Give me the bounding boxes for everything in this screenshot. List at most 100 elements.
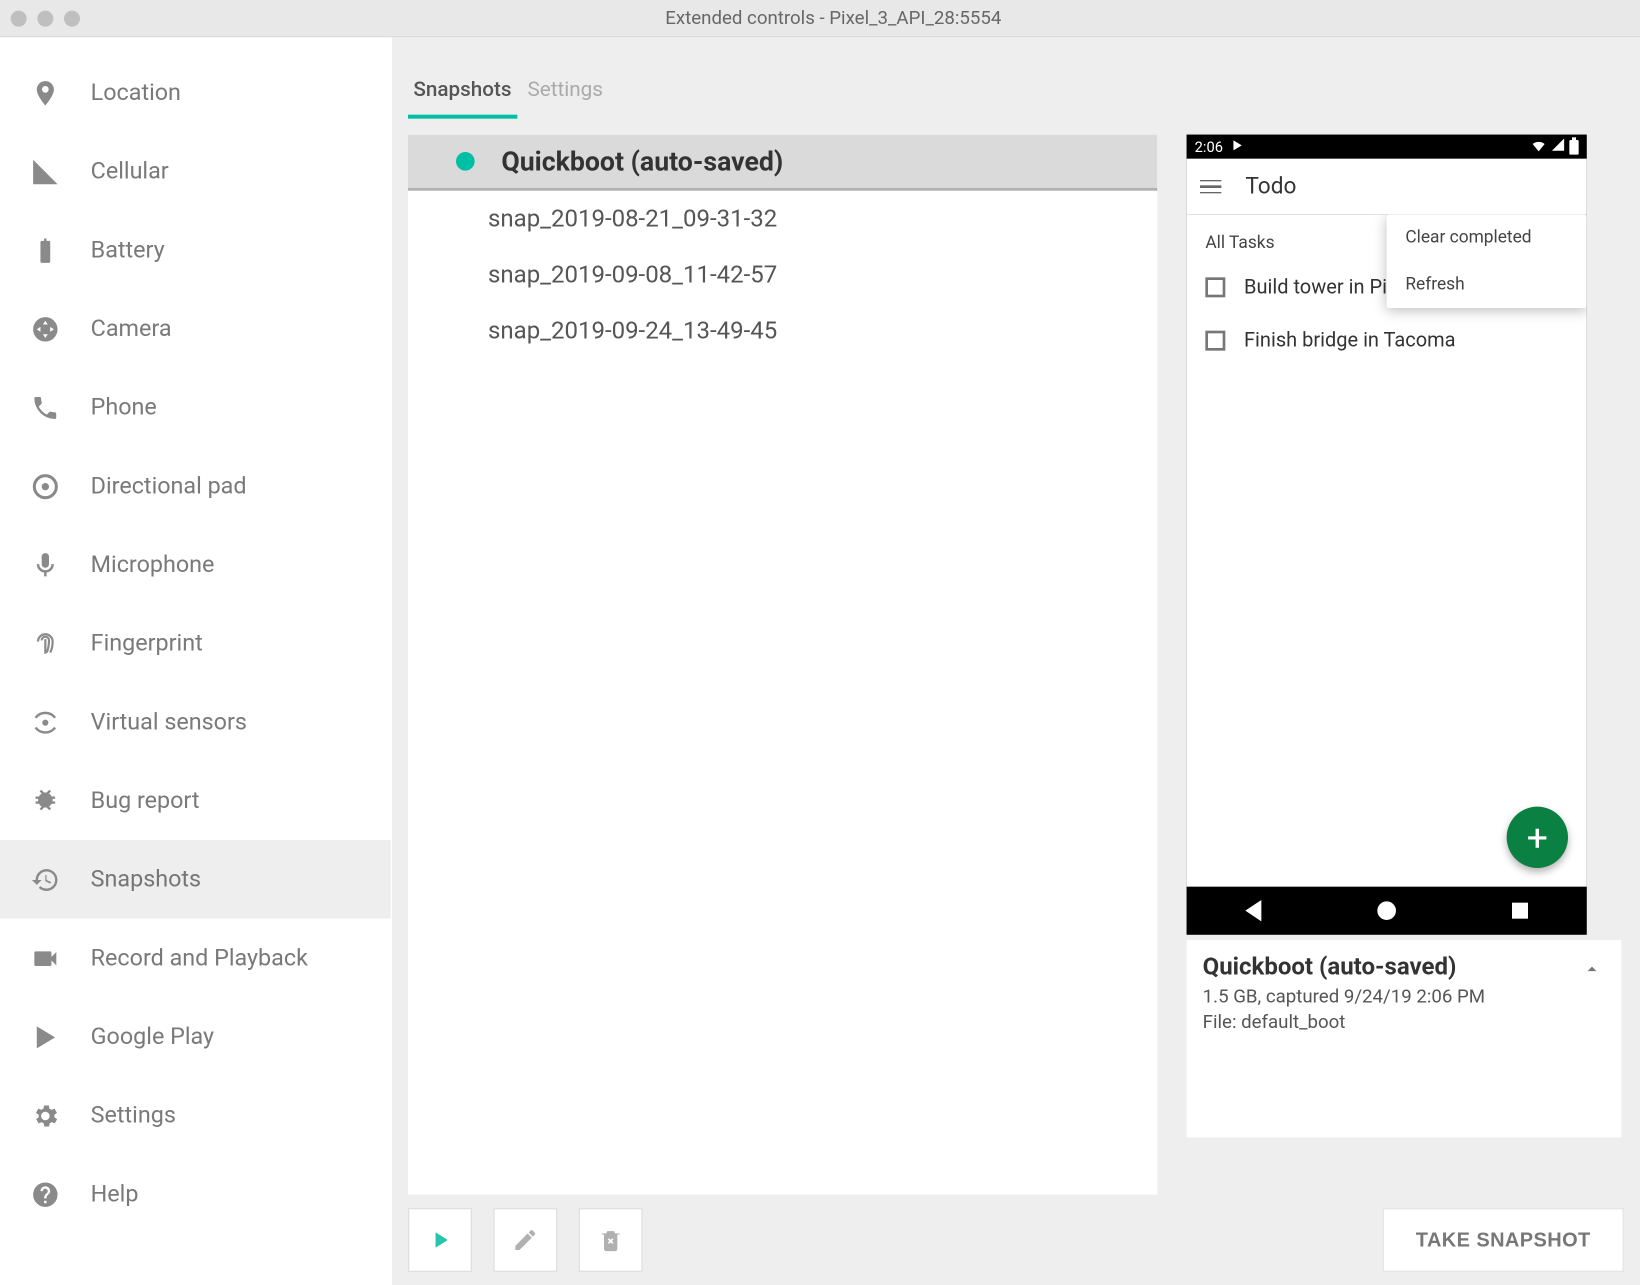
sidebar-item-label: Phone (91, 394, 157, 421)
menu-item-refresh[interactable]: Refresh (1387, 261, 1587, 308)
cellular-signal-icon (1551, 137, 1566, 156)
cellular-icon (29, 155, 61, 187)
battery-icon (29, 234, 61, 266)
main-panel: Snapshots Settings Quickboot (auto-saved… (392, 37, 1640, 1285)
sidebar-item-phone[interactable]: Phone (0, 368, 391, 447)
tab-settings[interactable]: Settings (522, 67, 608, 119)
sidebar-item-label: Camera (91, 315, 172, 342)
sidebar-item-label: Bug report (91, 787, 200, 814)
traffic-lights (11, 10, 80, 26)
expand-toggle[interactable] (1581, 959, 1602, 986)
location-icon (29, 77, 61, 109)
sidebar-item-snapshots[interactable]: Snapshots (0, 840, 391, 919)
task-row[interactable]: Finish bridge in Tacoma (1187, 317, 1587, 370)
active-indicator-dot (456, 152, 475, 171)
app-title: Todo (1245, 173, 1296, 200)
snapshot-row[interactable]: snap_2019-08-21_09-31-32 (408, 191, 1157, 247)
dpad-icon (29, 470, 61, 502)
camera-icon (29, 313, 61, 345)
detail-title: Quickboot (auto-saved) (1203, 953, 1606, 981)
plus-icon: + (1527, 815, 1548, 859)
record-icon (29, 942, 61, 974)
sidebar-item-record-playback[interactable]: Record and Playback (0, 919, 391, 998)
sidebar-item-dpad[interactable]: Directional pad (0, 447, 391, 526)
chevron-up-icon (1581, 959, 1602, 980)
help-icon (29, 1178, 61, 1210)
phone-icon (29, 391, 61, 423)
snapshot-detail-panel: Quickboot (auto-saved) 1.5 GB, captured … (1187, 940, 1622, 1137)
sidebar-item-label: Google Play (91, 1023, 214, 1050)
sidebar: Location Cellular Battery Camera Phone D… (0, 37, 392, 1285)
sidebar-item-label: Virtual sensors (91, 709, 247, 736)
overflow-menu: Clear completed Refresh (1387, 215, 1587, 308)
battery-icon (1569, 139, 1578, 154)
edit-snapshot-button[interactable] (493, 1208, 557, 1272)
sidebar-item-microphone[interactable]: Microphone (0, 525, 391, 604)
back-button-icon[interactable] (1245, 900, 1261, 921)
detail-meta: 1.5 GB, captured 9/24/19 2:06 PM (1203, 985, 1606, 1010)
delete-snapshot-button[interactable] (579, 1208, 643, 1272)
snapshot-name: snap_2019-08-21_09-31-32 (488, 205, 777, 233)
minimize-dot[interactable] (37, 10, 53, 26)
android-statusbar: 2:06 (1187, 135, 1587, 159)
history-icon (29, 863, 61, 895)
sidebar-item-cellular[interactable]: Cellular (0, 132, 391, 211)
sidebar-item-label: Help (91, 1181, 139, 1208)
home-button-icon[interactable] (1377, 901, 1396, 920)
sidebar-item-label: Snapshots (91, 866, 201, 893)
pencil-icon (512, 1227, 539, 1254)
sidebar-item-label: Record and Playback (91, 945, 308, 972)
detail-file: File: default_boot (1203, 1011, 1606, 1036)
sidebar-item-virtual-sensors[interactable]: Virtual sensors (0, 683, 391, 762)
snapshot-name: snap_2019-09-24_13-49-45 (488, 317, 777, 345)
tabs: Snapshots Settings (392, 37, 1640, 118)
fab-add[interactable]: + (1507, 807, 1568, 868)
sidebar-item-bug-report[interactable]: Bug report (0, 761, 391, 840)
sidebar-item-label: Settings (91, 1102, 176, 1129)
hamburger-icon[interactable] (1200, 180, 1221, 194)
sidebar-item-location[interactable]: Location (0, 53, 391, 132)
sidebar-item-label: Fingerprint (91, 630, 203, 657)
sidebar-item-label: Battery (91, 237, 165, 264)
play-snapshot-button[interactable] (408, 1208, 472, 1272)
sidebar-item-google-play[interactable]: Google Play (0, 997, 391, 1076)
window-title: Extended controls - Pixel_3_API_28:5554 (80, 7, 1640, 28)
sidebar-item-settings[interactable]: Settings (0, 1076, 391, 1155)
task-label: Finish bridge in Tacoma (1244, 328, 1456, 352)
snapshot-list: Quickboot (auto-saved) snap_2019-08-21_0… (408, 135, 1157, 1195)
fingerprint-icon (29, 627, 61, 659)
zoom-dot[interactable] (64, 10, 80, 26)
titlebar: Extended controls - Pixel_3_API_28:5554 (0, 0, 1640, 37)
snapshot-header-label: Quickboot (auto-saved) (501, 145, 783, 177)
app-toolbar: Todo (1187, 159, 1587, 215)
checkbox-icon[interactable] (1205, 330, 1225, 350)
wifi-icon (1531, 137, 1547, 157)
snapshot-row[interactable]: snap_2019-09-08_11-42-57 (408, 247, 1157, 303)
menu-item-clear[interactable]: Clear completed (1387, 215, 1587, 262)
checkbox-icon[interactable] (1205, 277, 1225, 297)
snapshot-header-row[interactable]: Quickboot (auto-saved) (408, 135, 1157, 191)
status-time: 2:06 (1195, 138, 1223, 155)
google-play-icon (29, 1021, 61, 1053)
footer-actions: TAKE SNAPSHOT (392, 1195, 1640, 1285)
take-snapshot-button[interactable]: TAKE SNAPSHOT (1382, 1208, 1624, 1272)
recents-button-icon[interactable] (1512, 903, 1528, 919)
sidebar-item-camera[interactable]: Camera (0, 289, 391, 368)
trash-icon (597, 1227, 624, 1254)
snapshot-area: Quickboot (auto-saved) snap_2019-08-21_0… (392, 119, 1640, 1195)
gear-icon (29, 1099, 61, 1131)
bug-icon (29, 785, 61, 817)
body: Location Cellular Battery Camera Phone D… (0, 37, 1640, 1285)
sidebar-item-help[interactable]: Help (0, 1155, 391, 1234)
sidebar-item-battery[interactable]: Battery (0, 211, 391, 290)
snapshot-name: snap_2019-09-08_11-42-57 (488, 261, 777, 289)
sensors-icon (29, 706, 61, 738)
task-label: Build tower in Pisa (1244, 275, 1408, 299)
sidebar-item-fingerprint[interactable]: Fingerprint (0, 604, 391, 683)
snapshot-row[interactable]: snap_2019-09-24_13-49-45 (408, 303, 1157, 359)
sidebar-item-label: Cellular (91, 158, 169, 185)
close-dot[interactable] (11, 10, 27, 26)
tab-snapshots[interactable]: Snapshots (408, 67, 517, 119)
preview-column: 2:06 Todo (1187, 135, 1624, 1195)
play-store-icon (1231, 138, 1244, 155)
